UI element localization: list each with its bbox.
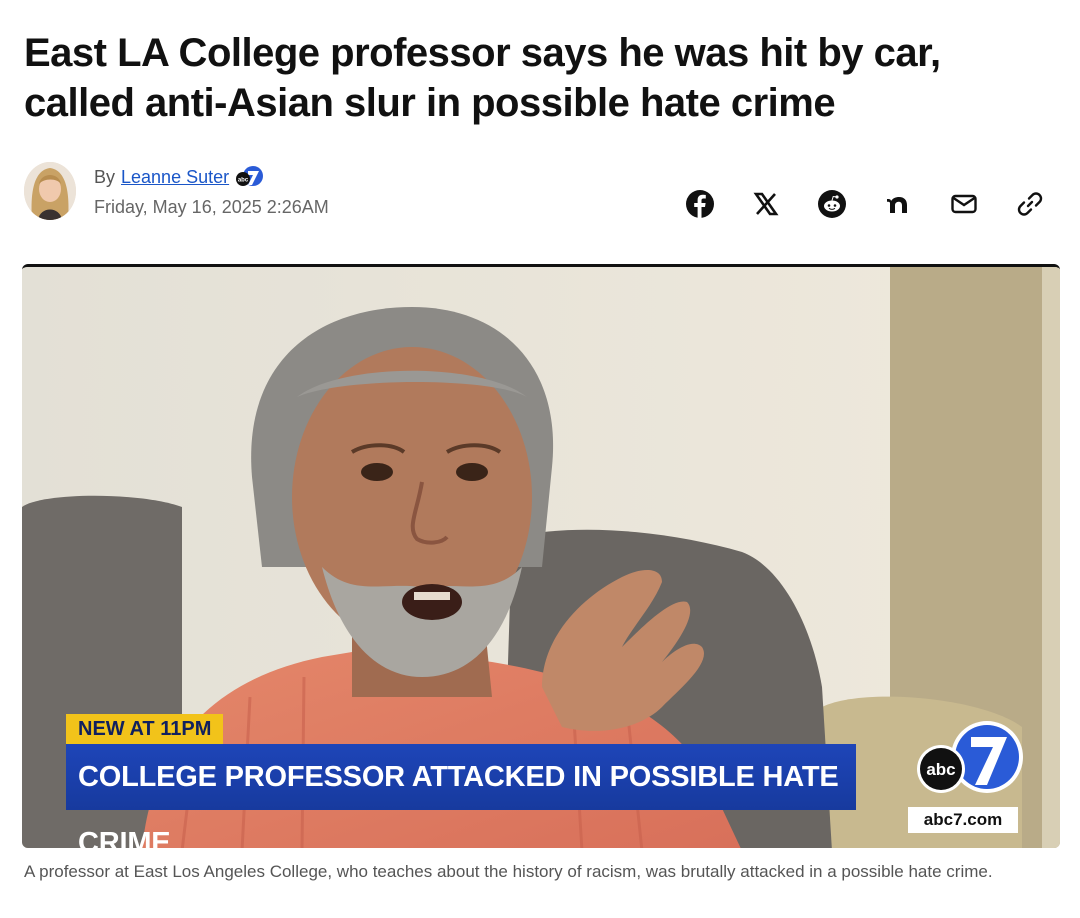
email-icon — [951, 194, 977, 214]
x-icon — [753, 192, 779, 216]
copy-link-button[interactable] — [1014, 188, 1046, 220]
author-link[interactable]: Leanne Suter — [121, 164, 229, 190]
abc-logo-text: abc — [926, 760, 955, 779]
reddit-icon — [818, 190, 846, 218]
facebook-icon — [686, 190, 714, 218]
link-icon — [1017, 192, 1043, 216]
nextdoor-icon — [887, 197, 907, 213]
author-avatar[interactable] — [24, 162, 76, 220]
image-caption: A professor at East Los Angeles College,… — [24, 862, 993, 881]
facebook-share-button[interactable] — [684, 188, 716, 220]
byline-row: By Leanne Suter abc — [94, 164, 329, 190]
byline-prefix: By — [94, 167, 116, 187]
news-tag: NEW AT 11PM — [66, 714, 224, 744]
video-still[interactable]: NEW AT 11PM COLLEGE PROFESSOR ATTACKED I… — [22, 264, 1060, 848]
abc-badge-text: abc — [238, 178, 249, 184]
email-share-button[interactable] — [948, 188, 980, 220]
lower-third-headline: COLLEGE PROFESSOR ATTACKED IN POSSIBLE H… — [66, 744, 856, 848]
reddit-share-button[interactable] — [816, 188, 848, 220]
abc7-logo: abc — [917, 721, 1023, 793]
abc7-url: abc7.com — [908, 807, 1018, 833]
publish-date: Friday, May 16, 2025 2:26AM — [94, 197, 329, 217]
article-headline: East LA College professor says he was hi… — [24, 31, 941, 125]
byline: By Leanne Suter abc Friday, May 16, 2025… — [24, 160, 1064, 224]
article-page: East LA College professor says he was hi… — [0, 0, 1080, 918]
abc7-badge-icon: abc — [235, 165, 265, 189]
x-share-button[interactable] — [750, 188, 782, 220]
nextdoor-share-button[interactable] — [882, 188, 914, 220]
byline-meta: By Leanne Suter abc Friday, May 16, 2025… — [94, 164, 329, 222]
share-bar — [684, 188, 1046, 220]
